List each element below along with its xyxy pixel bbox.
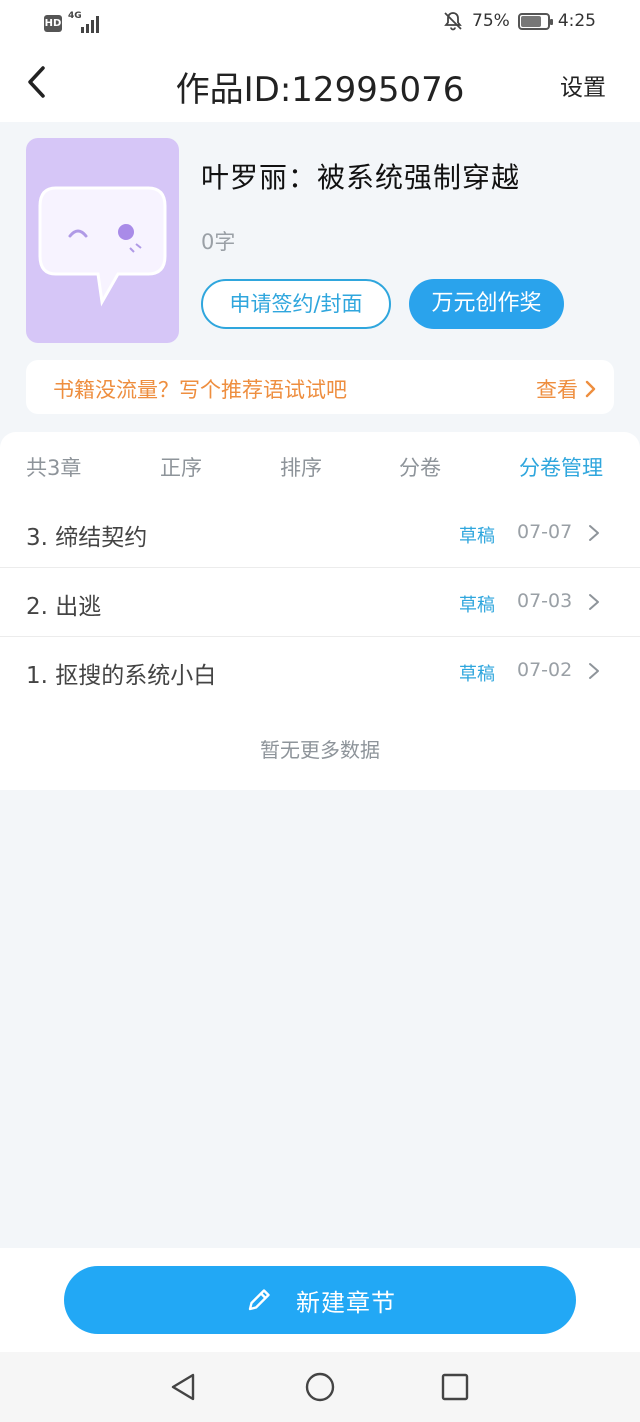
volume-button[interactable]: 分卷	[399, 452, 441, 482]
signal-icon: 4G	[68, 12, 102, 34]
status-bar: HD 4G 75% 4:25	[0, 0, 640, 44]
mute-bell-icon	[444, 12, 462, 31]
promo-view-link[interactable]: 查看	[536, 374, 596, 404]
chapter-name: 3. 缔结契约	[26, 525, 148, 551]
chapter-row[interactable]: 1. 抠搜的系统小白 草稿 07-02	[0, 637, 640, 706]
new-chapter-label: 新建章节	[296, 1288, 396, 1317]
battery-icon	[517, 12, 553, 30]
order-button[interactable]: 正序	[160, 452, 202, 482]
chevron-right-icon	[589, 663, 599, 679]
status-bar-right: 75% 4:25	[442, 10, 596, 32]
chapter-name: 1. 抠搜的系统小白	[26, 663, 217, 689]
hd-icon: HD	[44, 14, 62, 32]
chapter-status-badge: 草稿	[459, 595, 495, 616]
system-nav-bar	[0, 1352, 640, 1422]
promo-text: 书籍没流量？写个推荐语试试吧	[53, 378, 347, 402]
word-count: 0字	[201, 230, 236, 254]
header: 作品ID:12995076 设置	[0, 44, 640, 122]
promo-banner[interactable]: 书籍没流量？写个推荐语试试吧 查看	[26, 360, 614, 414]
chapter-count: 共3章	[26, 456, 82, 480]
chapter-date: 07-07	[517, 521, 573, 543]
promo-view-label: 查看	[536, 378, 578, 402]
chevron-right-icon	[589, 525, 599, 541]
bottom-action-bar: 新建章节	[0, 1248, 640, 1352]
signal-bars-icon	[81, 16, 99, 33]
chat-bubble-icon	[38, 186, 167, 307]
nav-home-icon[interactable]	[303, 1370, 337, 1404]
chapter-row[interactable]: 2. 出逃 草稿 07-03	[0, 568, 640, 637]
list-end-text: 暂无更多数据	[260, 738, 380, 762]
chapter-toolbar: 共3章 正序 排序 分卷 分卷管理	[0, 432, 640, 500]
chapter-date: 07-03	[517, 590, 573, 612]
book-cover[interactable]	[26, 138, 179, 343]
battery-percent: 75%	[472, 11, 510, 31]
settings-button[interactable]: 设置	[560, 68, 606, 102]
battery-level	[520, 15, 541, 27]
chapter-status-badge: 草稿	[459, 664, 495, 685]
chevron-right-icon	[589, 594, 599, 610]
page-title: 作品ID:12995076	[175, 70, 465, 110]
pencil-icon	[248, 1289, 270, 1311]
chevron-right-icon	[585, 380, 596, 398]
volume-manage-button[interactable]: 分卷管理	[519, 452, 603, 482]
chapter-status-badge: 草稿	[459, 526, 495, 547]
new-chapter-button[interactable]: 新建章节	[64, 1266, 576, 1334]
clock: 4:25	[557, 11, 596, 31]
chapter-list-card: 共3章 正序 排序 分卷 分卷管理 3. 缔结契约 草稿 07-07 2. 出逃…	[0, 432, 640, 790]
apply-sign-cover-button[interactable]: 申请签约/封面	[201, 279, 391, 329]
nav-back-icon[interactable]	[166, 1370, 200, 1404]
status-bar-left: HD 4G	[44, 12, 102, 34]
nav-recents-icon[interactable]	[438, 1370, 472, 1404]
book-title: 叶罗丽：被系统强制穿越	[201, 161, 521, 194]
sort-button[interactable]: 排序	[280, 452, 322, 482]
chapter-row[interactable]: 3. 缔结契约 草稿 07-07	[0, 499, 640, 568]
creation-award-button[interactable]: 万元创作奖	[409, 279, 564, 329]
chapter-name: 2. 出逃	[26, 594, 102, 620]
chapter-date: 07-02	[517, 659, 573, 681]
